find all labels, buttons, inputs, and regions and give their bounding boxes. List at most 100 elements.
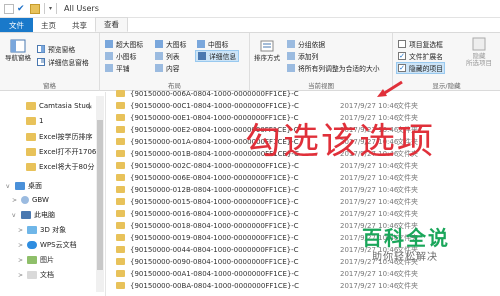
- small-icons-button[interactable]: 小图标: [105, 51, 136, 61]
- hidden-items-toggle[interactable]: ✓ 隐藏的项目: [396, 62, 445, 74]
- toolbar-separator: [56, 3, 58, 14]
- nav-item-user[interactable]: > GBW: [12, 196, 49, 204]
- chevron-right-icon[interactable]: >: [18, 242, 24, 249]
- chevron-down-icon[interactable]: v: [6, 183, 12, 190]
- file-row[interactable]: {90150000-006E-0804-1000-0000000FF1CE}-C…: [110, 172, 500, 183]
- quick-access-toolbar: ✔ ▾: [0, 3, 58, 14]
- sort-icon: [260, 40, 274, 52]
- panes-group: 导航窗格 预览窗格 详细信息窗格 窗格: [0, 33, 100, 91]
- list-label: 列表: [166, 53, 180, 61]
- tab-share[interactable]: 共享: [64, 18, 95, 32]
- file-row[interactable]: {90150000-0015-0804-1000-0000000FF1CE}-C…: [110, 196, 500, 207]
- file-row[interactable]: {90150000-012B-0804-1000-0000000FF1CE}-C…: [110, 184, 500, 195]
- chevron-right-icon[interactable]: >: [18, 227, 24, 234]
- nav-pane-button[interactable]: 导航窗格: [2, 39, 34, 62]
- nav-item-label: 桌面: [28, 182, 42, 190]
- nav-scrollbar-thumb[interactable]: [97, 120, 103, 270]
- chevron-down-icon[interactable]: v: [12, 212, 18, 219]
- tab-view[interactable]: 查看: [95, 17, 128, 32]
- sort-by-button[interactable]: 排序方式: [252, 39, 282, 62]
- check-icon[interactable]: ✔: [17, 3, 27, 14]
- list-button[interactable]: 列表: [155, 51, 180, 61]
- chevron-right-icon[interactable]: >: [18, 257, 24, 264]
- details-view-button[interactable]: 详细信息: [194, 50, 240, 62]
- folder-icon: [26, 102, 36, 110]
- xl-icons-icon: [105, 40, 113, 48]
- tiles-button[interactable]: 平铺: [105, 63, 130, 73]
- item-checkboxes-toggle[interactable]: 项目复选框: [398, 39, 443, 49]
- large-icons-button[interactable]: 大图标: [155, 39, 186, 49]
- xl-icons-button[interactable]: 超大图标: [105, 39, 143, 49]
- folder-icon: [116, 174, 125, 181]
- nav-item[interactable]: Excel打不开1706: [26, 147, 96, 157]
- hide-selected-button[interactable]: 隐藏 所选项目: [461, 37, 497, 67]
- file-row[interactable]: {90150000-0090-0804-1000-0000000FF1CE}-C…: [110, 256, 500, 267]
- nav-item-desktop[interactable]: v 桌面: [6, 181, 42, 191]
- content-icon: [155, 64, 163, 72]
- nav-item-label: 1: [39, 117, 44, 125]
- file-name: {90150000-0015-0804-1000-0000000FF1CE}-C: [130, 197, 299, 206]
- file-row[interactable]: {90150000-006A-0804-1000-0000000FF1CE}-C: [110, 88, 500, 99]
- folder-icon: [116, 246, 125, 253]
- nav-item[interactable]: Camtasia Stud: [26, 102, 90, 110]
- preview-pane-button[interactable]: 预览窗格: [37, 44, 75, 54]
- file-extensions-toggle[interactable]: ✓ 文件扩展名: [398, 51, 443, 61]
- file-name: {90150000-012B-0804-1000-0000000FF1CE}-C: [130, 185, 299, 194]
- documents-icon: [27, 271, 37, 279]
- tab-home[interactable]: 主页: [33, 18, 64, 32]
- nav-item-label: 3D 对象: [40, 226, 67, 234]
- nav-item-label: Excel按学历排序: [39, 133, 93, 141]
- item-checkboxes-label: 项目复选框: [409, 41, 443, 49]
- content-label: 内容: [166, 65, 180, 73]
- file-type: 文件夹: [397, 281, 418, 290]
- nav-item-wps[interactable]: > WPS云文档: [18, 240, 77, 250]
- 3d-objects-icon: [27, 226, 37, 234]
- nav-item[interactable]: Excel将大于80分: [26, 162, 94, 172]
- folder-icon: [116, 114, 125, 121]
- nav-item-pictures[interactable]: > 图片: [18, 255, 54, 265]
- new-folder-icon[interactable]: [30, 3, 40, 14]
- tab-file[interactable]: 文件: [0, 18, 33, 32]
- nav-item-label: 图片: [40, 256, 54, 264]
- folder-icon: [26, 148, 36, 156]
- show-hide-group: 项目复选框 ✓ 文件扩展名 ✓ 隐藏的项目 隐藏 所选项目 显示/隐藏: [393, 33, 500, 91]
- file-name: {90150000-00C1-0804-1000-0000000FF1CE}-C: [130, 101, 299, 110]
- nav-item[interactable]: 1: [26, 117, 43, 125]
- chevron-right-icon[interactable]: >: [18, 272, 24, 279]
- content-button[interactable]: 内容: [155, 63, 180, 73]
- file-row[interactable]: {90150000-00BA-0804-1000-0000000FF1CE}-C…: [110, 280, 500, 291]
- details-pane-button[interactable]: 详细信息窗格: [37, 57, 89, 67]
- file-name: {90150000-0019-0804-1000-0000000FF1CE}-C: [130, 233, 299, 242]
- nav-item[interactable]: Excel按学历排序: [26, 132, 93, 142]
- pin-icon: ✱: [87, 104, 93, 111]
- medium-icons-icon: [197, 40, 205, 48]
- add-columns-button[interactable]: 添加列: [287, 51, 318, 61]
- user-icon: [21, 196, 29, 204]
- nav-item-3d[interactable]: >3D 对象: [18, 225, 66, 235]
- chevron-right-icon[interactable]: >: [12, 197, 18, 204]
- title-bar: ✔ ▾ All Users: [0, 0, 500, 18]
- pictures-icon: [27, 256, 37, 264]
- file-name: {90150000-0018-0804-1000-0000000FF1CE}-C: [130, 221, 299, 230]
- hidden-items-checkbox[interactable]: ✓: [398, 64, 406, 72]
- nav-item-this-pc[interactable]: v 此电脑: [12, 210, 55, 220]
- hide-selected-label-2: 所选项目: [466, 59, 492, 67]
- medium-icons-button[interactable]: 中图标: [197, 39, 228, 49]
- group-by-button[interactable]: 分组依据: [287, 39, 325, 49]
- folder-icon: [116, 102, 125, 109]
- file-extensions-checkbox[interactable]: ✓: [398, 52, 406, 60]
- nav-item-documents[interactable]: > 文档: [18, 270, 54, 280]
- nav-scrollbar[interactable]: [96, 96, 104, 292]
- folder-icon: [116, 138, 125, 145]
- file-name: {90150000-0090-0804-1000-0000000FF1CE}-C: [130, 257, 299, 266]
- file-row[interactable]: {90150000-00C1-0804-1000-0000000FF1CE}-C…: [110, 100, 500, 111]
- folder-icon: [116, 258, 125, 265]
- fit-columns-button[interactable]: 将所有列调整为合适的大小: [287, 63, 380, 73]
- file-row[interactable]: {90150000-0016-0804-1000-0000000FF1CE}-C…: [110, 208, 500, 219]
- app-icon[interactable]: [4, 3, 14, 14]
- nav-item-label: Camtasia Stud: [39, 102, 91, 110]
- nav-item-label: Excel将大于80分: [39, 163, 95, 171]
- item-checkboxes-checkbox[interactable]: [398, 40, 406, 48]
- customize-toolbar-icon[interactable]: ▾: [49, 5, 52, 12]
- file-row[interactable]: {90150000-00A1-0804-1000-0000000FF1CE}-C…: [110, 268, 500, 279]
